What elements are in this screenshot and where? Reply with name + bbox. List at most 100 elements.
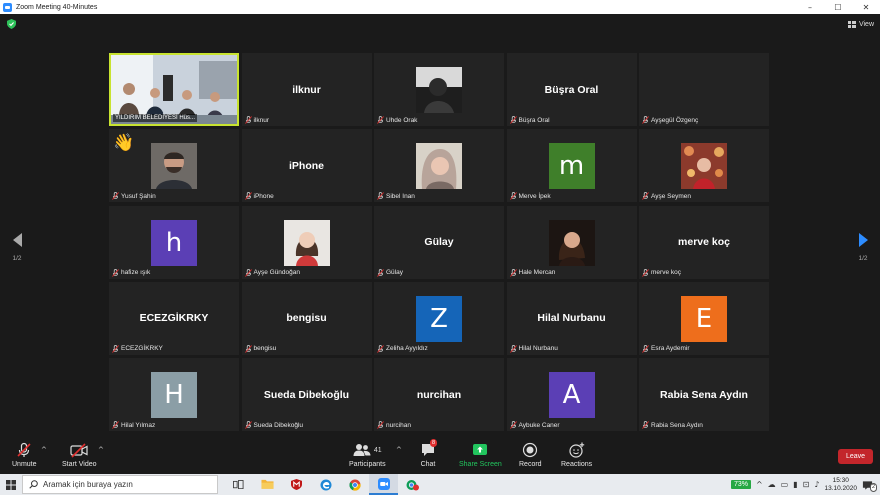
mcafee-button[interactable] [282,474,311,495]
waving-hand-icon: 👋 [113,133,135,154]
profile-photo [416,143,462,190]
participant-tile[interactable]: h hafize ışık [109,205,239,279]
participant-display-name: ECEZGİKRKY [139,312,209,325]
chrome-profile-button[interactable] [398,474,427,495]
participant-tile[interactable]: bengisu bengisu [241,281,372,355]
encryption-shield-icon[interactable] [7,19,16,29]
participant-tile[interactable]: nurcihan nurcihan [374,358,504,431]
edge-browser-button[interactable] [311,474,340,495]
participant-display-name: iPhone [288,159,324,172]
profile-photo [283,219,330,266]
participant-tile[interactable]: Sibel Inan [374,129,504,203]
avatar-letter: E [681,295,727,342]
participant-tile[interactable]: Uhde Orak [374,53,504,126]
taskbar-clock[interactable]: 15:30 13.10.2020 [824,477,857,493]
participant-tile[interactable]: Ayşegül Özgenç [639,53,769,126]
participant-name: merve koç [651,269,681,276]
participant-tile[interactable]: Hilal Nurbanu Hilal Nurbanu [506,281,637,355]
network-icon[interactable]: ⊡ [803,480,810,489]
participant-label: Hale Mercan [509,268,556,277]
unmute-button[interactable]: Unmute [12,442,37,468]
page-indicator-right: 1/2 [858,255,868,262]
meeting-toolbar: Unmute ^ Start Video ^ 41 Participants ^… [0,438,880,474]
chat-button[interactable]: 8 Chat [420,439,438,468]
participant-display-name: Sueda Dibekoğlu [263,388,350,401]
muted-mic-icon [377,421,384,429]
arrow-right-icon [858,233,868,247]
chrome-browser-button[interactable] [340,474,369,495]
participant-tile[interactable]: Sueda Dibekoğlu Sueda Dibekoğlu [241,358,372,431]
participant-tile[interactable]: A Aybuke Caner [506,358,637,431]
audio-options-caret[interactable]: ^ [41,446,47,454]
show-hidden-icons-icon[interactable]: ^ [756,480,763,489]
zoom-taskbar-button[interactable] [369,474,398,495]
participant-display-name: Hilal Nurbanu [537,312,606,325]
participant-name: bengisu [253,345,277,353]
participants-icon [353,444,371,456]
participant-display-name: ilknur [292,83,321,96]
participant-name: Hale Mercan [518,269,556,276]
share-screen-button[interactable]: Share Screen [459,442,502,468]
participants-count: 41 [373,446,382,454]
file-explorer-button[interactable] [253,474,282,495]
participant-gallery: YILDIRIM BELEDİYESİ Hüs... ilknur ilknur Uh… [109,53,769,431]
maximize-button[interactable]: ☐ [824,0,852,14]
participant-tile[interactable]: iPhone iPhone [241,129,372,203]
muted-mic-icon [509,116,517,124]
close-button[interactable]: ✕ [852,0,880,14]
participant-tile[interactable]: Rabia Sena Aydın Rabia Sena Aydın [639,358,769,431]
battery-icon[interactable]: ▮ [793,480,797,489]
start-button[interactable] [0,474,22,495]
participant-tile[interactable]: E Esra Aydemir [639,281,769,355]
leave-button[interactable]: Leave [838,449,873,464]
participants-button[interactable]: 41 Participants [349,442,386,468]
previous-page-button[interactable]: 1/2 [9,233,25,262]
participant-tile[interactable]: Hale Mercan [506,205,637,279]
notification-count: 2 [869,482,877,492]
avatar-letter: Z [416,295,462,342]
display-icon[interactable]: ▭ [781,480,789,489]
action-center-button[interactable]: 2 [862,478,877,492]
participant-tile[interactable]: H Hilal Yılmaz [109,358,239,431]
participants-options-caret[interactable]: ^ [396,446,402,454]
participant-tile[interactable]: Ayşe Seymen [639,129,769,203]
next-page-button[interactable]: 1/2 [855,233,871,262]
volume-icon[interactable]: ♪ [814,480,819,489]
view-button[interactable]: View [847,18,874,30]
participant-tile[interactable]: Büşra Oral Büşra Oral [506,53,637,126]
cloud-icon[interactable]: ☁ [768,480,776,489]
participant-display-name: Rabia Sena Aydın [660,388,748,401]
participant-tile[interactable]: Z Zeliha Ayyıldız [374,281,504,355]
participant-tile[interactable]: m Merve İpek [506,129,637,203]
participant-name: ilknur [253,116,270,124]
participant-tile[interactable]: Ayşe Gündoğan [241,205,372,279]
start-video-button[interactable]: Start Video [62,442,97,468]
participant-tile[interactable]: ilknur ilknur [241,53,372,126]
participant-label: Hilal Nurbanu [509,344,558,353]
task-view-button[interactable] [224,474,253,495]
participant-name: Hilal Yılmaz [121,421,156,429]
participant-tile[interactable]: Gülay Gülay [374,205,504,279]
participant-tile[interactable]: merve koç merve koç [639,205,769,279]
participant-tile[interactable]: YILDIRIM BELEDİYESİ Hüs... [109,53,239,126]
participant-tile[interactable]: ECEZGİKRKY ECEZGİKRKY [109,281,239,355]
start-video-label: Start Video [62,461,97,468]
muted-mic-icon [642,192,649,201]
participant-tile[interactable]: 👋 Yusuf Şahin [109,129,239,203]
record-button[interactable]: Record [519,442,542,468]
reactions-button[interactable]: Reactions [561,442,592,468]
taskbar-search[interactable]: Aramak için buraya yazın [22,475,218,494]
participant-label: hafize ışık [112,268,150,277]
video-options-caret[interactable]: ^ [98,446,104,454]
edge-icon [320,479,331,490]
chat-label: Chat [420,461,436,468]
search-placeholder: Aramak için buraya yazın [43,480,133,489]
participant-name: Aybuke Caner [518,421,560,429]
muted-mic-icon [377,192,384,201]
title-bar: Zoom Meeting 40-Minutes – ☐ ✕ [0,0,880,14]
participant-label: Ayşe Gündoğan [244,268,300,277]
participant-display-name: nurcihan [416,388,462,401]
battery-indicator[interactable]: 73% [730,480,751,489]
participant-label: ilknur [244,116,270,124]
minimize-button[interactable]: – [796,0,824,14]
